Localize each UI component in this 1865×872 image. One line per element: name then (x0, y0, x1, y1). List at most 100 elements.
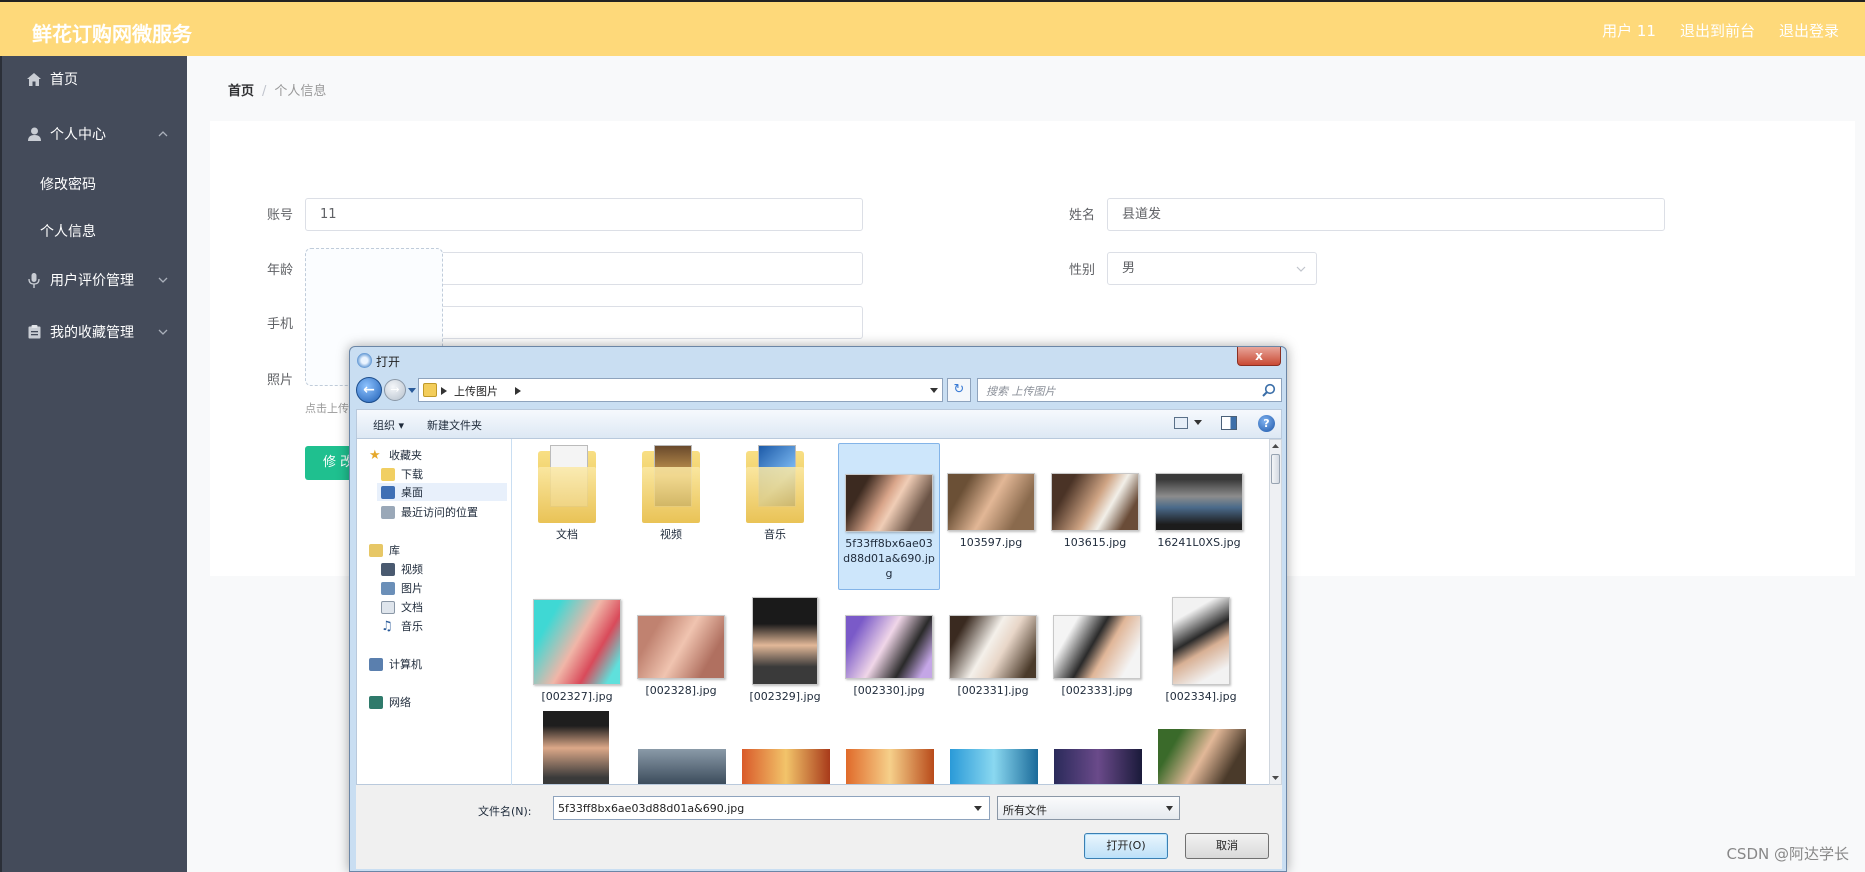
search-icon (1262, 383, 1276, 397)
address-dropdown-icon[interactable] (929, 384, 939, 396)
back-to-front-link[interactable]: 退出到前台 (1680, 20, 1755, 41)
folder-search-input[interactable]: 搜索 上传图片 (977, 378, 1282, 402)
scroll-up-icon[interactable] (1271, 441, 1280, 451)
refresh-icon[interactable]: ↻ (947, 378, 971, 402)
documents-icon (381, 600, 395, 614)
image-thumbnail (1155, 473, 1243, 531)
nav-desktop[interactable]: 桌面 (377, 483, 507, 501)
history-dropdown-icon[interactable] (408, 386, 416, 394)
sidebar-item-label: 首页 (50, 72, 78, 88)
folder-documents[interactable]: 文档 (519, 445, 615, 542)
search-placeholder: 搜索 上传图片 (986, 385, 1056, 398)
dialog-close-button[interactable]: x (1237, 347, 1281, 366)
nav-recent[interactable]: 最近访问的位置 (381, 504, 478, 520)
name-field[interactable]: 县道发 (1107, 198, 1665, 231)
chevron-down-icon (158, 277, 168, 283)
image-thumbnail (1158, 729, 1246, 784)
sidebar-item-personal-center[interactable]: 个人中心 (2, 108, 187, 160)
folder-videos[interactable]: 视频 (623, 445, 719, 542)
dialog-app-icon (357, 353, 372, 368)
forward-arrow-icon[interactable]: → (384, 379, 406, 401)
image-thumbnail (845, 615, 933, 679)
user-icon (26, 126, 42, 142)
csdn-watermark: CSDN @阿达学长 (1726, 845, 1849, 863)
breadcrumb-home[interactable]: 首页 (228, 84, 254, 99)
image-file[interactable]: [002327].jpg (529, 599, 625, 704)
sidebar-item-review-mgmt[interactable]: 用户评价管理 (2, 254, 187, 306)
image-thumbnail (637, 615, 725, 679)
clipboard-icon (26, 324, 42, 340)
image-file[interactable]: 103597.jpg (943, 473, 1039, 550)
image-file[interactable]: [002330].jpg (841, 615, 937, 698)
filename-dropdown-icon[interactable] (973, 803, 983, 813)
nav-music[interactable]: ♫ 音乐 (381, 618, 423, 634)
view-dropdown-icon[interactable] (1194, 418, 1202, 426)
sidebar-item-change-password[interactable]: 修改密码 (2, 160, 187, 207)
filetype-select[interactable]: 所有文件 (997, 796, 1180, 820)
upload-tip: 点击上传 (305, 402, 349, 415)
recent-places-icon (381, 505, 395, 519)
gender-select[interactable]: 男 (1107, 252, 1317, 285)
image-file[interactable]: [002333].jpg (1049, 615, 1145, 698)
image-thumbnail (845, 474, 933, 532)
nav-documents[interactable]: 文档 (381, 599, 423, 615)
star-icon: ★ (369, 447, 381, 463)
folder-music[interactable]: 音乐 (727, 445, 823, 542)
help-icon[interactable]: ? (1258, 415, 1275, 432)
image-thumbnail (1172, 597, 1230, 685)
view-mode-icon[interactable] (1174, 417, 1188, 429)
dialog-title: 打开 (376, 355, 401, 369)
header-links: 用户 11 退出到前台 退出登录 (1602, 20, 1839, 41)
account-field[interactable]: 11 (305, 198, 863, 231)
image-thumbnail (846, 749, 934, 784)
sidebar-item-personal-info[interactable]: 个人信息 (2, 207, 187, 254)
image-file[interactable]: 103615.jpg (1047, 473, 1143, 550)
image-thumbnail (950, 749, 1038, 784)
navigation-pane: ★ 收藏夹 下载 桌面 最近访问的位置 库 视频 图片 文档 ♫ 音乐 计算机 网络 (356, 439, 511, 785)
phone-label: 手机 (266, 317, 293, 332)
nav-libraries[interactable]: 库 (369, 542, 400, 558)
scrollbar-thumb[interactable] (1271, 454, 1280, 484)
network-icon (369, 695, 383, 709)
folder-icon (642, 445, 700, 523)
image-file[interactable]: [002334].jpg (1153, 597, 1249, 704)
user-link[interactable]: 用户 11 (1602, 20, 1656, 41)
nav-videos[interactable]: 视频 (381, 561, 423, 577)
music-icon: ♫ (381, 618, 393, 634)
file-list-pane: 文档 视频 音乐 5f33ff8bx6ae03d88d01a&690.jpg 1… (512, 439, 1269, 785)
age-label: 年龄 (266, 263, 293, 278)
image-file[interactable]: [002328].jpg (633, 615, 729, 698)
new-folder-button[interactable]: 新建文件夹 (427, 417, 482, 433)
organize-menu[interactable]: 组织 ▾ (373, 417, 404, 433)
scroll-down-icon[interactable] (1271, 773, 1280, 783)
sidebar-item-home[interactable]: 首页 (2, 56, 187, 102)
sidebar-item-label: 用户评价管理 (50, 273, 134, 289)
desktop-icon (381, 485, 395, 499)
nav-favorites[interactable]: ★ 收藏夹 (369, 447, 422, 463)
image-file[interactable]: [002329].jpg (737, 597, 833, 704)
image-thumbnail (533, 599, 621, 685)
dialog-toolbar: 组织 ▾ 新建文件夹 ? (356, 409, 1282, 439)
filename-input[interactable]: 5f33ff8bx6ae03d88d01a&690.jpg (553, 796, 990, 820)
preview-pane-icon[interactable] (1221, 416, 1237, 430)
address-bar[interactable]: 上传图片 (418, 378, 943, 402)
name-label: 姓名 (1068, 208, 1095, 223)
nav-network[interactable]: 网络 (369, 694, 411, 710)
filetype-value: 所有文件 (1003, 804, 1047, 817)
file-list-scrollbar[interactable] (1269, 439, 1282, 785)
libraries-icon (369, 543, 383, 557)
address-path: 上传图片 (454, 385, 498, 398)
chevron-down-icon (158, 329, 168, 335)
image-file-selected[interactable]: 5f33ff8bx6ae03d88d01a&690.jpg (838, 443, 940, 590)
chevron-up-icon (158, 131, 168, 137)
sidebar-item-favorites-mgmt[interactable]: 我的收藏管理 (2, 306, 187, 358)
open-button[interactable]: 打开(O) (1084, 833, 1168, 859)
nav-computer[interactable]: 计算机 (369, 656, 422, 672)
nav-downloads[interactable]: 下载 (381, 466, 423, 482)
back-arrow-icon[interactable]: ← (356, 377, 382, 403)
image-file[interactable]: 16241L0XS.jpg (1151, 473, 1247, 550)
image-file[interactable]: [002331].jpg (945, 615, 1041, 698)
cancel-button[interactable]: 取消 (1185, 833, 1269, 859)
logout-link[interactable]: 退出登录 (1779, 20, 1839, 41)
nav-pictures[interactable]: 图片 (381, 580, 423, 596)
